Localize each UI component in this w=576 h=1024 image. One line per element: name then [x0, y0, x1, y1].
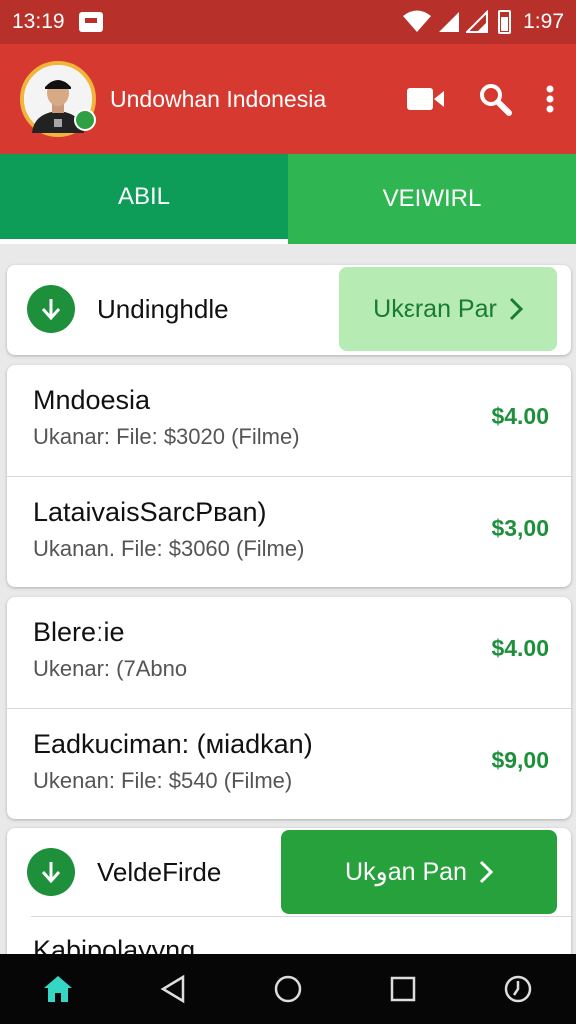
signal-icon: [439, 12, 460, 32]
power-icon[interactable]: [488, 959, 548, 1019]
video-camera-icon[interactable]: [406, 84, 446, 114]
chevron-right-icon: [509, 297, 523, 321]
list-item[interactable]: Blereːie Ukenar: (7Abno $4.00: [7, 597, 571, 708]
signal-icon-secondary: [466, 10, 489, 33]
back-icon[interactable]: [143, 959, 203, 1019]
item-price: $4.00: [491, 635, 549, 661]
home-circle-icon[interactable]: [258, 959, 318, 1019]
section-action-button[interactable]: Ukوan Pan: [281, 830, 557, 914]
item-subtitle: Ukanar: File: $3020 (Filme): [33, 424, 300, 449]
status-time: 13:19: [12, 10, 65, 33]
items-card-2: Blereːie Ukenar: (7Abno $4.00 Eadkuciman…: [7, 597, 571, 819]
status-bar: 13:19 1:97: [0, 0, 576, 44]
status-icons: 1:97: [402, 10, 564, 34]
avatar[interactable]: [20, 61, 96, 137]
item-price: $4.00: [491, 403, 549, 429]
section-header-row: VeldeFirde Ukوan Pan: [7, 828, 571, 916]
section-action-label: Ukεran Par: [373, 294, 497, 323]
download-arrow-icon[interactable]: [27, 285, 75, 333]
wifi-icon: [403, 10, 432, 32]
item-title: Mndoesia: [33, 385, 151, 415]
list-item[interactable]: LataivaisSarcPвan) Ukanan. File: $3060 (…: [7, 476, 571, 587]
list-item[interactable]: Mndoesia Ukanar: File: $3020 (Filme) $4.…: [7, 365, 571, 476]
tab-bar: ABIL VEIWIRL: [0, 154, 576, 244]
tab-veiwirl[interactable]: VEIWIRL: [288, 154, 576, 244]
section-header-card: Undinghdle Ukεran Par: [7, 265, 571, 355]
home-icon[interactable]: [28, 959, 88, 1019]
online-badge: [74, 109, 96, 131]
item-price: $9,00: [491, 747, 549, 773]
tab-abil[interactable]: ABIL: [0, 154, 288, 244]
app-title: Undowhan Indonesia: [110, 85, 327, 112]
section-name: Undinghdle: [97, 293, 229, 324]
section-header-row: Undinghdle Ukεran Par: [7, 265, 571, 353]
more-vert-icon[interactable]: [544, 84, 556, 114]
system-nav-bar: [0, 954, 576, 1024]
section-name: VeldeFirde: [97, 856, 222, 887]
app-bar: Undowhan Indonesia: [0, 44, 576, 154]
section-header-card-2: VeldeFirde Ukوan Pan Kabipolayyng: [7, 828, 571, 968]
items-card-1: Mndoesia Ukanar: File: $3020 (Filme) $4.…: [7, 365, 571, 587]
item-title: LataivaisSarcPвan): [33, 497, 267, 527]
item-subtitle: Ukenan: File: $540 (Filme): [33, 768, 293, 793]
section-action-label: Ukوan Pan: [345, 858, 467, 886]
notification-icon: [78, 12, 103, 32]
chevron-right-icon: [479, 860, 493, 884]
search-icon[interactable]: [478, 82, 512, 116]
item-price: $3,00: [491, 515, 549, 541]
list-item[interactable]: Eadkuciman: (мiadkan) Ukenan: File: $540…: [7, 708, 571, 819]
download-arrow-icon[interactable]: [27, 848, 75, 896]
battery-icon: [498, 10, 512, 34]
status-battery-text: 1:97: [523, 10, 564, 33]
item-subtitle: Ukenar: (7Abno: [33, 656, 188, 681]
recents-icon[interactable]: [373, 959, 433, 1019]
item-subtitle: Ukanan. File: $3060 (Filme): [33, 536, 305, 561]
item-title: Eadkuciman: (мiadkan): [33, 729, 313, 759]
section-action-button[interactable]: Ukεran Par: [339, 267, 557, 351]
item-title: Blereːie: [33, 617, 125, 647]
